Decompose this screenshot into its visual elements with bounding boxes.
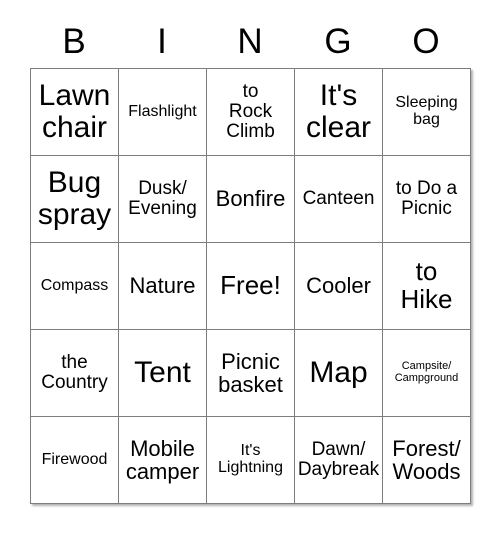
bingo-cell-label: Flashlight [128,102,197,120]
bingo-cell-label: Forest/ Woods [392,435,461,484]
bingo-cell-n2[interactable]: Bonfire [207,156,295,243]
bingo-grid: Lawn chair Flashlight to Rock Climb It's… [30,68,471,504]
bingo-cell-b2[interactable]: Bug spray [31,156,119,243]
bingo-cell-o3[interactable]: to Hike [383,243,471,330]
bingo-row: Bug spray Dusk/ Evening Bonfire Canteen … [31,156,471,243]
bingo-cell-label: It's clear [305,79,372,144]
bingo-row: the Country Tent Picnic basket Map Camps… [31,330,471,417]
bingo-cell-b5[interactable]: Firewood [31,417,119,504]
bingo-row: Lawn chair Flashlight to Rock Climb It's… [31,69,471,156]
bingo-header-letter-g: G [324,21,352,61]
bingo-cell-i3[interactable]: Nature [119,243,207,330]
bingo-cell-n1[interactable]: to Rock Climb [207,69,295,156]
bingo-cell-label: Cooler [306,273,371,299]
bingo-cell-b3[interactable]: Compass [31,243,119,330]
bingo-cell-label: Dusk/ Evening [128,177,197,219]
bingo-cell-g3[interactable]: Cooler [295,243,383,330]
bingo-cell-label: to Do a Picnic [395,177,458,219]
bingo-cell-label: the Country [41,351,108,393]
bingo-cell-label: Compass [40,276,109,294]
bingo-cell-o2[interactable]: to Do a Picnic [383,156,471,243]
bingo-cell-label: Mobile camper [125,435,200,484]
bingo-cell-label: It's Lightning [218,442,283,476]
bingo-cell-n4[interactable]: Picnic basket [207,330,295,417]
bingo-cell-g2[interactable]: Canteen [295,156,383,243]
bingo-cell-label: Canteen [302,187,375,209]
bingo-cell-o4[interactable]: Campsite/ Campground [383,330,471,417]
bingo-cell-g4[interactable]: Map [295,330,383,417]
bingo-cell-label: Tent [134,356,191,390]
bingo-cell-g1[interactable]: It's clear [295,69,383,156]
bingo-cell-o5[interactable]: Forest/ Woods [383,417,471,504]
bingo-cell-i5[interactable]: Mobile camper [119,417,207,504]
bingo-cell-label: Firewood [41,450,108,468]
bingo-cell-label: Nature [129,273,196,299]
bingo-cell-label: to Hike [400,256,453,314]
bingo-cell-i4[interactable]: Tent [119,330,207,417]
bingo-cell-label: Picnic basket [218,348,283,397]
bingo-header-letter-o: O [412,21,440,61]
bingo-cell-b1[interactable]: Lawn chair [31,69,119,156]
bingo-card: B I N G O Lawn chair Flashlight to Rock … [30,14,471,504]
bingo-cell-n5[interactable]: It's Lightning [207,417,295,504]
bingo-cell-label: Dawn/ Daybreak [297,438,380,480]
bingo-header: B I N G O [30,14,470,68]
bingo-cell-label: Sleeping bag [395,94,458,128]
bingo-cell-label: Free! [220,270,281,301]
bingo-cell-b4[interactable]: the Country [31,330,119,417]
bingo-cell-i2[interactable]: Dusk/ Evening [119,156,207,243]
bingo-cell-label: Map [309,356,368,390]
bingo-cell-g5[interactable]: Dawn/ Daybreak [295,417,383,504]
bingo-cell-label: Bug spray [37,166,112,231]
bingo-header-letter-n: N [237,21,263,61]
bingo-row: Compass Nature Free! Cooler to Hike [31,243,471,330]
bingo-cell-label: Bonfire [215,186,286,212]
bingo-cell-o1[interactable]: Sleeping bag [383,69,471,156]
bingo-row: Firewood Mobile camper It's Lightning Da… [31,417,471,504]
bingo-cell-i1[interactable]: Flashlight [119,69,207,156]
bingo-cell-free-space[interactable]: Free! [207,243,295,330]
bingo-cell-label: Campsite/ Campground [394,360,459,384]
bingo-header-letter-b: B [62,21,86,61]
bingo-cell-label: to Rock Climb [226,80,275,143]
bingo-header-letter-i: I [157,21,167,61]
bingo-cell-label: Lawn chair [38,79,111,144]
